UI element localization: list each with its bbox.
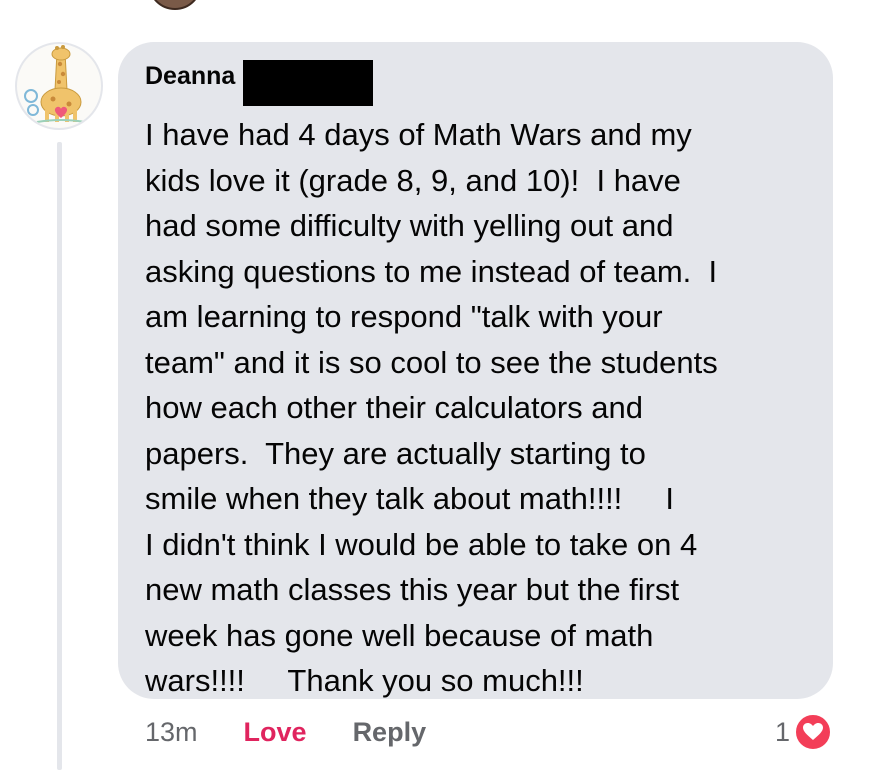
comment-body: I have had 4 days of Math Wars and my kid… — [145, 112, 813, 704]
comment-line: papers. They are actually starting to — [145, 435, 646, 471]
comment-line: new math classes this year but the first — [145, 572, 680, 607]
thread-line — [57, 142, 62, 770]
giraffe-avatar-icon — [24, 45, 86, 123]
redacted-surname-block — [243, 60, 374, 106]
comment-line: smile when they talk about math!!!! I — [145, 481, 674, 516]
comment-line: how each other their calculators and — [145, 390, 644, 425]
reaction-summary[interactable]: 1 — [775, 712, 832, 752]
author-name[interactable]: Deanna — [145, 60, 235, 92]
comment-line: kids love it (grade 8, 9, and 10)! I hav… — [145, 162, 681, 198]
comment-header: Deanna — [145, 60, 813, 106]
heart-icon — [794, 713, 832, 751]
comment-line: I didn't think I would be able to take o… — [145, 526, 698, 562]
comment-bubble[interactable]: Deanna I have had 4 days of Math Wars an… — [118, 42, 833, 699]
comment-line: had some difficulty with yelling out and — [145, 208, 674, 243]
comment-line: week has gone well because of math — [145, 617, 654, 653]
comment-line: am learning to respond "talk with your — [145, 299, 663, 334]
comment-line: asking questions to me instead of team. … — [145, 253, 718, 289]
love-button[interactable]: Love — [244, 717, 307, 748]
reaction-count: 1 — [774, 716, 790, 747]
reply-button[interactable]: Reply — [353, 717, 427, 748]
comment-thread: Deanna I have had 4 days of Math Wars an… — [0, 0, 875, 770]
comment-actions: 13m Love Reply — [145, 712, 426, 752]
comment-line: I have had 4 days of Math Wars and my — [145, 117, 692, 152]
previous-avatar[interactable] — [148, 0, 202, 10]
comment-line: team" and it is so cool to see the stude… — [145, 344, 718, 380]
avatar[interactable] — [15, 42, 103, 130]
comment-line: wars!!!! Thank you so much!!! — [145, 663, 584, 698]
comment-timestamp[interactable]: 13m — [145, 717, 198, 748]
